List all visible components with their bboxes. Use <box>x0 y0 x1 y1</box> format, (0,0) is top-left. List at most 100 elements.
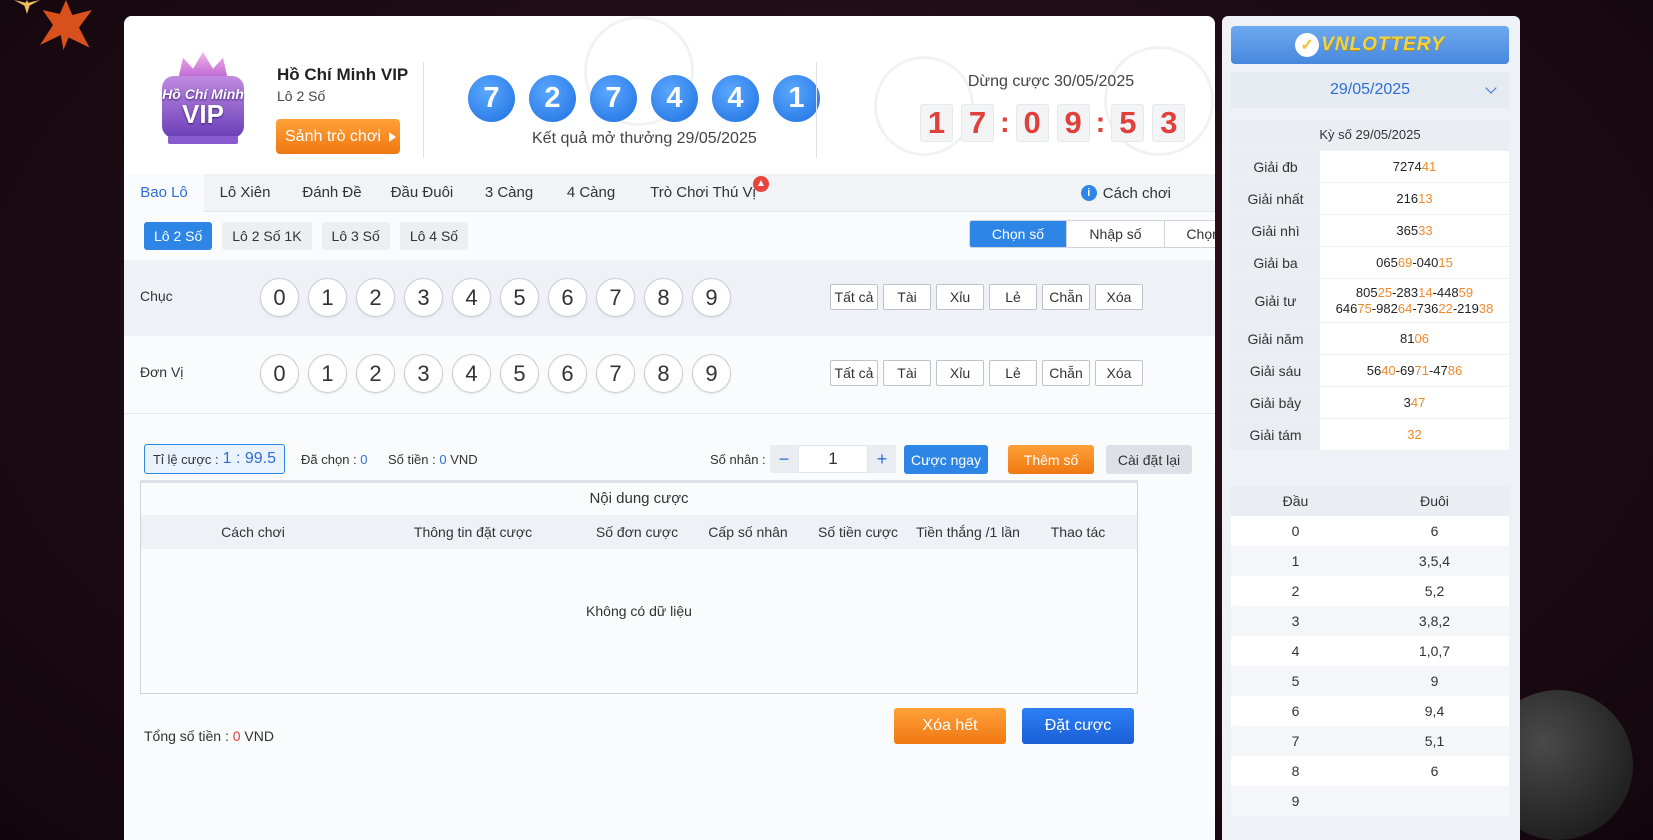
digit-button[interactable]: 1 <box>308 354 347 393</box>
decrement-button[interactable]: − <box>770 445 798 473</box>
multiplier-input[interactable]: 1 <box>798 445 868 473</box>
result-ball: 4 <box>651 75 698 122</box>
prize-name: Giải nhất <box>1231 183 1320 214</box>
head-tail-row: 7 5,1 <box>1231 726 1509 756</box>
prize-digits: 64 <box>1397 300 1413 316</box>
result-ball: 7 <box>468 75 515 122</box>
prize-digits: -47 <box>1428 362 1448 378</box>
select-small-button[interactable]: Xỉu <box>936 284 984 310</box>
digit-button[interactable]: 8 <box>644 278 683 317</box>
how-to-play-link[interactable]: i Cách chơi <box>1080 174 1171 212</box>
game-title: Hồ Chí Minh VIP <box>277 65 409 84</box>
select-odd-button[interactable]: Lẻ <box>989 284 1037 310</box>
prize-row: Giải nhất 21613 <box>1231 182 1509 214</box>
digit-button[interactable]: 9 <box>692 278 731 317</box>
prize-digits: 22 <box>1438 300 1453 316</box>
place-bet-button[interactable]: Đặt cược <box>1022 708 1134 744</box>
prize-value: 347 <box>1320 387 1509 418</box>
add-number-button[interactable]: Thêm số <box>1008 445 1094 474</box>
draw-date-select[interactable]: 29/05/2025 <box>1231 72 1509 108</box>
logo-text-vip: VIP <box>182 99 224 129</box>
digit-button[interactable]: 4 <box>452 354 491 393</box>
prize-digits: 33 <box>1418 222 1433 238</box>
digit-button[interactable]: 7 <box>596 354 635 393</box>
tab-lo-xien[interactable]: Lô Xiên <box>210 174 280 212</box>
bet-now-button[interactable]: Cược ngay <box>904 445 988 474</box>
increment-button[interactable]: + <box>868 445 896 473</box>
result-date-text: Kết quả mở thưởng 29/05/2025 <box>532 130 757 147</box>
prize-row: Giải đb 727441 <box>1231 150 1509 182</box>
select-even-button[interactable]: Chẵn <box>1042 284 1090 310</box>
digit-button[interactable]: 8 <box>644 354 683 393</box>
tab-tro-choi-thu-vi[interactable]: Trò Chơi Thú Vị <box>638 174 768 212</box>
select-big-button[interactable]: Tài <box>883 284 931 310</box>
tab-danh-de[interactable]: Đánh Đề <box>292 174 372 212</box>
select-big-button[interactable]: Tài <box>883 360 931 386</box>
clear-all-button[interactable]: Xóa hết <box>894 708 1006 744</box>
prize-name: Giải nhì <box>1231 215 1320 246</box>
mode-quick-choose[interactable]: Chọn số nhanh <box>1164 221 1215 247</box>
countdown-digit: 1 <box>920 104 953 142</box>
game-tabs: Bao Lô Lô Xiên Đánh Đề Đầu Đuôi 3 Càng 4… <box>124 174 1215 212</box>
chosen-count-value: 0 <box>360 452 368 467</box>
tab-3-cang[interactable]: 3 Càng <box>476 174 542 212</box>
mode-choose-number[interactable]: Chọn số <box>970 221 1066 247</box>
digit-button[interactable]: 4 <box>452 278 491 317</box>
stop-betting-text: Dừng cược 30/05/2025 <box>967 73 1135 90</box>
select-even-button[interactable]: Chẵn <box>1042 360 1090 386</box>
total-amount: Tổng số tiền : 0 VND <box>144 728 274 744</box>
clear-selection-button[interactable]: Xóa <box>1095 360 1143 386</box>
digit-button[interactable]: 2 <box>356 354 395 393</box>
prize-digits: -219 <box>1452 300 1479 316</box>
prize-digits: 365 <box>1396 222 1419 238</box>
digit-button[interactable]: 9 <box>692 354 731 393</box>
digit-button[interactable]: 5 <box>500 278 539 317</box>
digit-button[interactable]: 5 <box>500 354 539 393</box>
game-hall-button[interactable]: Sảnh trò chơi <box>276 119 400 154</box>
subtab-lo-2-so[interactable]: Lô 2 Số <box>144 222 213 250</box>
betting-panel: Hồ Chí Minh VIP Hồ Chí Minh VIP Lô 2 Số … <box>124 16 1215 840</box>
clear-selection-button[interactable]: Xóa <box>1095 284 1143 310</box>
digit-picker-tens: 0 1 2 3 4 5 6 7 8 9 <box>260 278 731 317</box>
prize-value: 32 <box>1320 419 1509 450</box>
head-column-header: Đầu <box>1282 493 1309 509</box>
select-all-button[interactable]: Tất cả <box>830 360 878 386</box>
digit-button[interactable]: 3 <box>404 278 443 317</box>
prize-name: Giải đb <box>1231 151 1320 182</box>
digit-button[interactable]: 7 <box>596 278 635 317</box>
prize-digits: 40 <box>1381 362 1396 378</box>
prize-value-line: 21613 <box>1396 191 1432 207</box>
brand-banner: ✓ VNLOTTERY <box>1231 26 1509 64</box>
tail-digits: 3,5,4 <box>1418 553 1451 569</box>
countdown-digit: 5 <box>1111 104 1145 142</box>
tab-bao-lo[interactable]: Bao Lô <box>124 174 204 212</box>
mode-enter-number[interactable]: Nhập số <box>1066 221 1164 247</box>
tab-dau-duoi[interactable]: Đầu Đuôi <box>382 174 462 212</box>
prize-digits: -736 <box>1412 300 1439 316</box>
digit-button[interactable]: 0 <box>260 278 299 317</box>
digit-button[interactable]: 2 <box>356 278 395 317</box>
select-small-button[interactable]: Xỉu <box>936 360 984 386</box>
head-tail-row: 3 3,8,2 <box>1231 606 1509 636</box>
select-odd-button[interactable]: Lẻ <box>989 360 1037 386</box>
digit-button[interactable]: 6 <box>548 278 587 317</box>
prize-name: Giải năm <box>1231 323 1320 354</box>
bet-table-header: Cách chơi Thông tin đặt cược Số đơn cược… <box>141 515 1137 549</box>
column-header: Thông tin đặt cược <box>413 524 533 540</box>
subtab-lo-3-so[interactable]: Lô 3 Số <box>321 222 390 250</box>
subtab-lo-4-so[interactable]: Lô 4 Số <box>399 222 469 250</box>
head-digit: 9 <box>1291 793 1300 809</box>
digit-button[interactable]: 1 <box>308 278 347 317</box>
digit-button[interactable]: 0 <box>260 354 299 393</box>
digit-button[interactable]: 6 <box>548 354 587 393</box>
star-decoration <box>14 0 40 14</box>
column-header: Thao tác <box>1050 524 1106 540</box>
digit-button[interactable]: 3 <box>404 354 443 393</box>
head-tail-row: 59 <box>1231 666 1509 696</box>
reset-button[interactable]: Cài đặt lại <box>1106 445 1192 474</box>
tab-4-cang[interactable]: 4 Càng <box>558 174 624 212</box>
prize-digits: 805 <box>1355 284 1378 300</box>
select-all-button[interactable]: Tất cả <box>830 284 878 310</box>
subtab-lo-2-so-1k[interactable]: Lô 2 Số 1K <box>222 222 312 250</box>
tail-column-header: Đuôi <box>1420 493 1449 509</box>
